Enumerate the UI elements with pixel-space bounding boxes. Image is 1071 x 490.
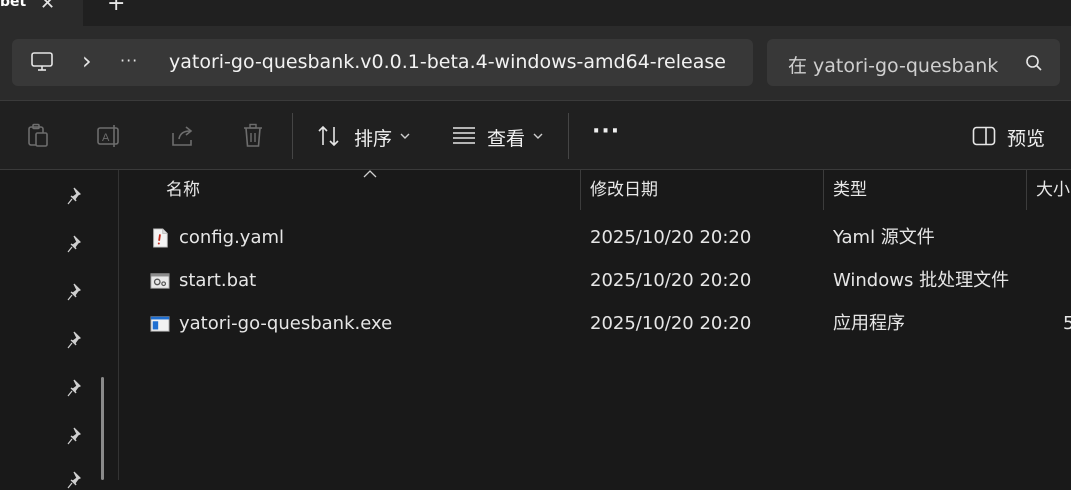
file-modified: 2025/10/20 20:20 xyxy=(590,227,752,248)
pin-icon[interactable] xyxy=(66,330,86,350)
column-header-modified[interactable]: 修改日期 xyxy=(590,170,658,210)
view-label: 查看 xyxy=(487,128,526,150)
svg-text:A: A xyxy=(102,132,110,144)
toolbar-separator xyxy=(292,113,293,159)
new-tab-button[interactable]: + xyxy=(107,0,125,16)
column-header-name[interactable]: 名称 xyxy=(166,170,200,210)
table-row[interactable]: config.yaml 2025/10/20 20:20 Yaml 源文件 xyxy=(119,218,1071,258)
address-bar-row: › ··· yatori-go-quesbank.v0.0.1-beta.4-w… xyxy=(0,26,1071,100)
file-type: Windows 批处理文件 xyxy=(833,270,1010,291)
table-row[interactable]: yatori-go-quesbank.exe 2025/10/20 20:20 … xyxy=(119,304,1071,344)
column-divider[interactable] xyxy=(580,170,581,210)
preview-label: 预览 xyxy=(1007,128,1046,150)
share-icon[interactable] xyxy=(170,124,196,148)
chevron-right-icon[interactable]: › xyxy=(82,47,92,75)
column-header-type[interactable]: 类型 xyxy=(833,170,867,210)
chevron-down-icon xyxy=(533,133,543,139)
tab-active[interactable]: bet ✕ xyxy=(0,0,83,26)
navigation-pane xyxy=(0,170,119,489)
view-button[interactable]: 查看 xyxy=(451,123,551,150)
rename-icon[interactable]: A xyxy=(96,124,124,148)
column-divider[interactable] xyxy=(823,170,824,210)
tab-strip: bet ✕ + xyxy=(0,0,1071,26)
view-icon xyxy=(453,127,475,144)
computer-icon[interactable] xyxy=(30,51,54,73)
pin-icon[interactable] xyxy=(66,282,86,302)
toolbar-separator xyxy=(568,113,569,159)
yaml-file-icon xyxy=(153,228,168,248)
file-name: yatori-go-quesbank.exe xyxy=(179,313,393,334)
pin-icon[interactable] xyxy=(66,234,86,254)
pin-icon[interactable] xyxy=(66,426,86,446)
sort-ascending-icon xyxy=(363,170,377,178)
file-list: 名称 修改日期 类型 大小 config.yaml 2025/10/20 20:… xyxy=(119,170,1071,480)
pin-icon[interactable] xyxy=(66,186,86,206)
file-name: start.bat xyxy=(179,270,257,291)
exe-file-icon xyxy=(150,316,170,332)
sort-label: 排序 xyxy=(354,128,393,150)
path-overflow-button[interactable]: ··· xyxy=(120,51,138,70)
scrollbar-thumb[interactable] xyxy=(101,377,104,480)
close-tab-icon[interactable]: ✕ xyxy=(40,0,55,14)
file-name: config.yaml xyxy=(179,227,285,248)
pin-icon[interactable] xyxy=(66,378,86,398)
search-icon[interactable] xyxy=(1025,54,1043,72)
preview-button[interactable]: 预览 xyxy=(970,123,1050,150)
preview-pane-icon xyxy=(972,126,996,146)
more-options-button[interactable]: ··· xyxy=(592,119,620,144)
table-row[interactable]: start.bat 2025/10/20 20:20 Windows 批处理文件 xyxy=(119,261,1071,301)
file-size: 5 xyxy=(1063,313,1071,334)
address-bar[interactable]: › ··· yatori-go-quesbank.v0.0.1-beta.4-w… xyxy=(12,39,753,86)
command-bar: A 排序 查看 ··· 预览 xyxy=(0,100,1071,170)
pin-icon[interactable] xyxy=(66,470,86,490)
address-path[interactable]: yatori-go-quesbank.v0.0.1-beta.4-windows… xyxy=(169,51,726,73)
sort-icon xyxy=(318,125,339,147)
column-divider[interactable] xyxy=(1026,170,1027,210)
paste-icon[interactable] xyxy=(26,123,50,149)
chevron-down-icon xyxy=(400,133,410,139)
tab-title: bet xyxy=(0,0,27,10)
file-type: 应用程序 xyxy=(833,313,905,334)
file-modified: 2025/10/20 20:20 xyxy=(590,270,752,291)
column-header-size[interactable]: 大小 xyxy=(1036,170,1070,210)
batch-file-icon xyxy=(150,273,170,289)
search-input[interactable]: 在 yatori-go-quesbank xyxy=(788,51,998,78)
search-box[interactable]: 在 yatori-go-quesbank xyxy=(767,39,1060,86)
sort-button[interactable]: 排序 xyxy=(316,123,416,150)
file-type: Yaml 源文件 xyxy=(833,227,935,248)
file-modified: 2025/10/20 20:20 xyxy=(590,313,752,334)
delete-icon[interactable] xyxy=(242,123,264,149)
